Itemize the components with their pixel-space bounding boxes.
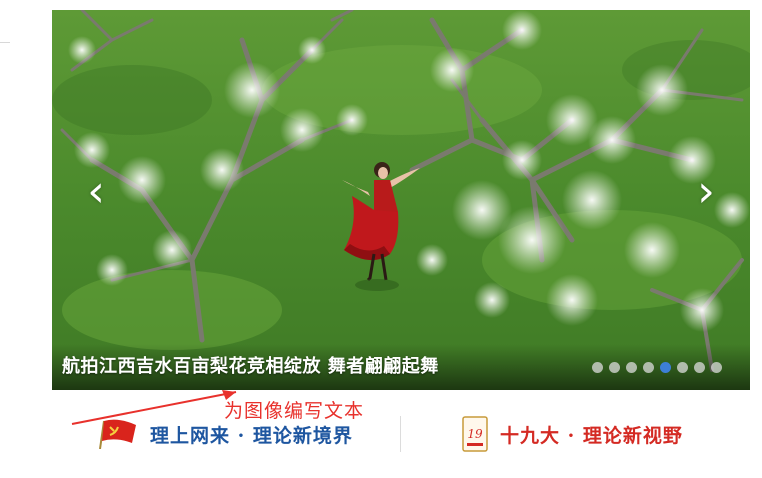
- next-slide-arrow-icon[interactable]: ›: [694, 170, 718, 214]
- 19th-congress-badge-icon: 19: [462, 416, 488, 452]
- slide-dot-1[interactable]: [592, 362, 603, 373]
- banner-theory-online[interactable]: 理上网来 · 理论新境界: [96, 412, 353, 456]
- badge-number: 19: [467, 427, 483, 441]
- image-carousel[interactable]: ‹ › 航拍江西吉水百亩梨花竞相绽放 舞者翩翩起舞: [52, 10, 750, 390]
- banner-divider: [400, 416, 401, 452]
- slide-caption[interactable]: 航拍江西吉水百亩梨花竞相绽放 舞者翩翩起舞: [62, 352, 439, 378]
- slide-dot-6[interactable]: [677, 362, 688, 373]
- slide-image: [52, 10, 750, 390]
- left-divider: [0, 42, 10, 43]
- banner-19th-congress-text: 十九大 · 理论新视野: [500, 424, 683, 447]
- banner-theory-online-text: 理上网来 · 理论新境界: [150, 424, 353, 447]
- party-flag-icon: [99, 419, 136, 449]
- slide-dot-5[interactable]: [660, 362, 671, 373]
- slide-dot-3[interactable]: [626, 362, 637, 373]
- banner-19th-congress[interactable]: 19 十九大 · 理论新视野: [462, 412, 683, 456]
- slide-pagination-dots: [592, 362, 722, 373]
- slide-dot-7[interactable]: [694, 362, 705, 373]
- slide-dot-4[interactable]: [643, 362, 654, 373]
- slide-dot-8[interactable]: [711, 362, 722, 373]
- previous-slide-arrow-icon[interactable]: ‹: [84, 170, 108, 214]
- slide-dot-2[interactable]: [609, 362, 620, 373]
- caption-bar: 航拍江西吉水百亩梨花竞相绽放 舞者翩翩起舞: [52, 344, 750, 390]
